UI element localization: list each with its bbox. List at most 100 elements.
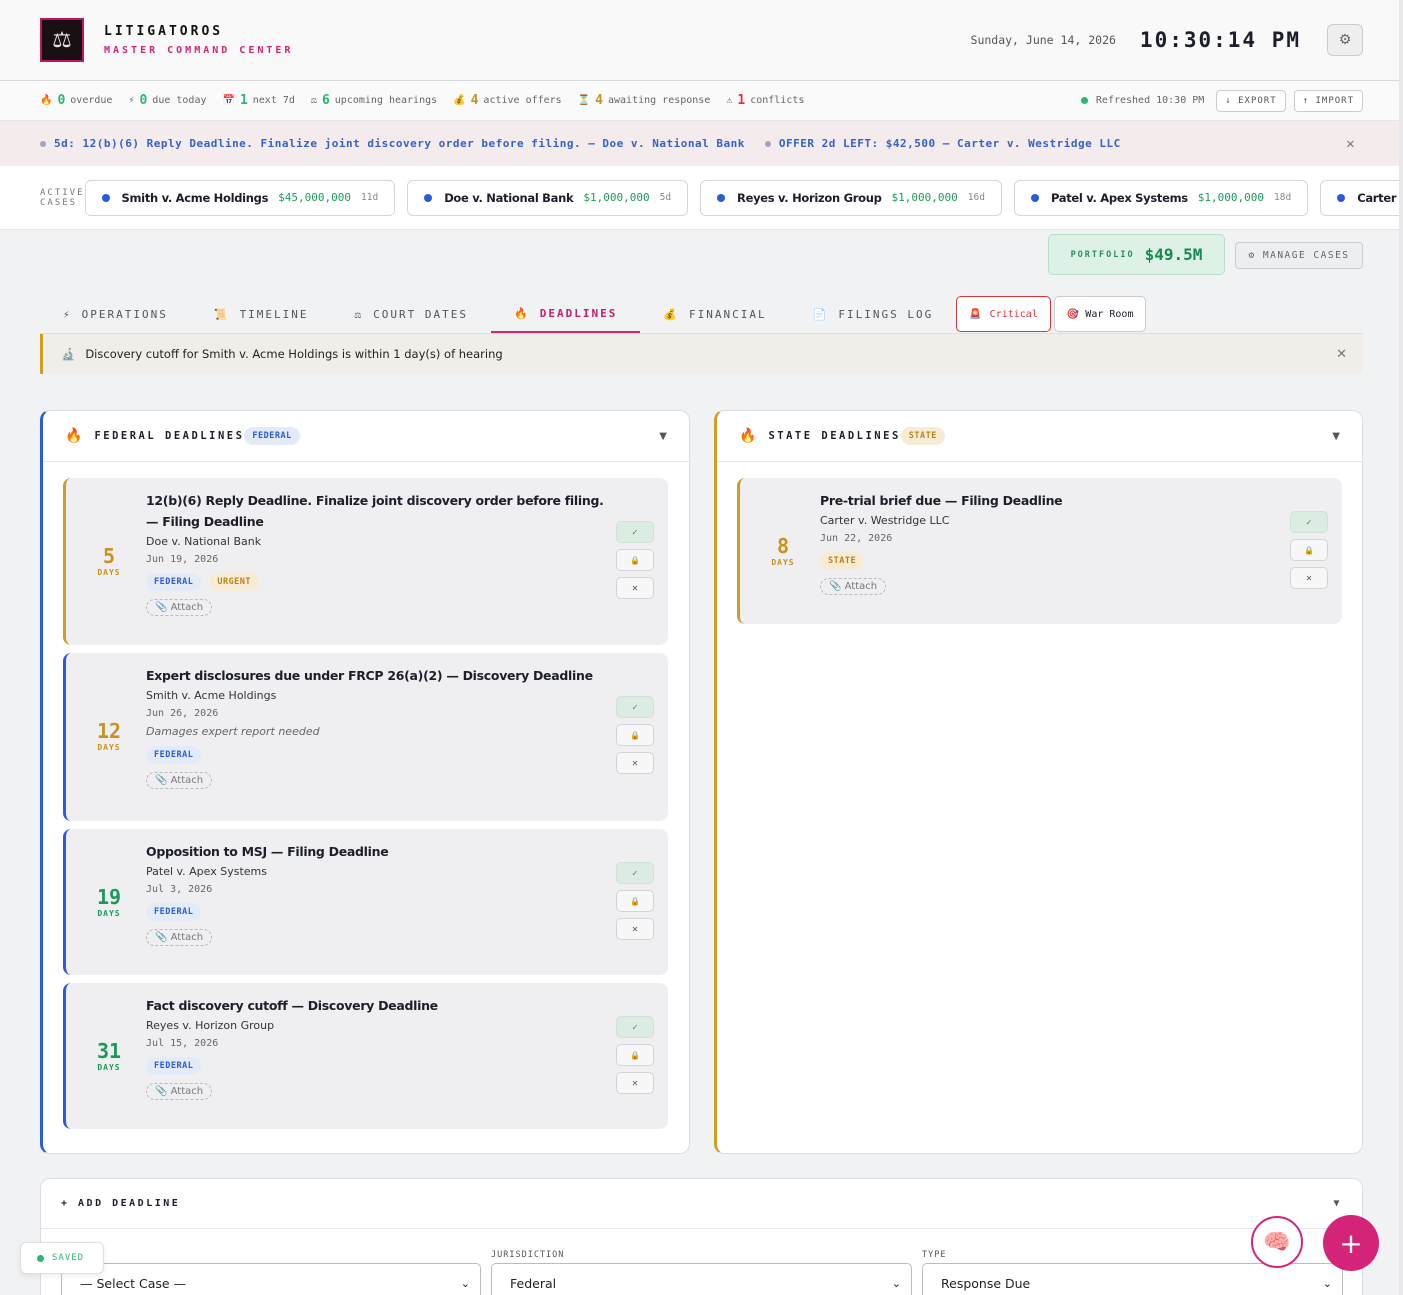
- deadline-case: Carter v. Westridge LLC: [820, 514, 950, 527]
- jurisdiction-badge: STATE: [900, 427, 945, 445]
- deadline-note: Damages expert report needed: [146, 725, 320, 738]
- mark-done-button[interactable]: ✓: [616, 862, 654, 884]
- mark-done-button[interactable]: ✓: [616, 696, 654, 718]
- stat-active-offers[interactable]: 💰 4 active offers: [453, 93, 562, 108]
- close-icon[interactable]: ✕: [1336, 347, 1347, 362]
- jurisdiction-badge: FEDERAL: [244, 427, 300, 445]
- clock: 10:30:14 PM: [1139, 28, 1301, 52]
- case-days: 5d: [659, 192, 672, 203]
- jurisdiction-badge: FEDERAL: [146, 746, 202, 764]
- days-unit: DAYS: [97, 568, 121, 577]
- scales-of-justice-icon: ⚖: [40, 18, 84, 62]
- delete-button[interactable]: ✕: [616, 1072, 654, 1094]
- case-chip[interactable]: Carter v. W: [1320, 179, 1403, 216]
- lightning-icon: ⚡: [128, 95, 135, 106]
- panel-header[interactable]: 🔥 STATE DEADLINES STATE ▼: [717, 411, 1362, 462]
- portfolio-label: PORTFOLIO: [1070, 249, 1135, 260]
- manage-cases-button[interactable]: ⚙ MANAGE CASES: [1235, 242, 1363, 269]
- ticker-item[interactable]: OFFER 2d LEFT: $42,500 — Carter v. Westr…: [779, 137, 1121, 150]
- attach-button[interactable]: 📎 Attach: [146, 772, 213, 789]
- delete-button[interactable]: ✕: [616, 918, 654, 940]
- case-name: Doe v. National Bank: [444, 190, 574, 205]
- tab-financial[interactable]: 💰 FINANCIAL: [640, 295, 789, 333]
- stat-due-today[interactable]: ⚡ 0 due today: [128, 93, 206, 108]
- attach-button[interactable]: 📎 Attach: [820, 578, 887, 595]
- stat-upcoming-hearings[interactable]: ⚖ 6 upcoming hearings: [311, 93, 437, 108]
- bullet-icon: [764, 140, 771, 147]
- urgent-badge: URGENT: [209, 573, 260, 591]
- case-chip[interactable]: Patel v. Apex Systems $1,000,000 18d: [1013, 179, 1309, 216]
- portfolio-value: $49.5M: [1144, 245, 1203, 264]
- lock-button[interactable]: 🔒: [616, 549, 654, 571]
- tab-court-dates[interactable]: ⚖ COURT DATES: [332, 295, 491, 333]
- export-button[interactable]: ↓ EXPORT: [1216, 89, 1286, 112]
- stat-awaiting-response[interactable]: ⏳ 4 awaiting response: [578, 93, 711, 108]
- case-select[interactable]: — Select Case — ⌄: [61, 1263, 481, 1295]
- status-dot-icon: [37, 1254, 44, 1262]
- tab-filings-log[interactable]: 📄 FILINGS LOG: [790, 295, 957, 333]
- conflict-alert: 🔬 Discovery cutoff for Smith v. Acme Hol…: [40, 334, 1363, 374]
- deadline-title: Opposition to MSJ — Filing Deadline: [146, 844, 389, 859]
- critical-button[interactable]: 🚨 Critical: [956, 296, 1051, 332]
- deadline-title: 12(b)(6) Reply Deadline. Finalize joint …: [146, 493, 604, 529]
- lock-button[interactable]: 🔒: [616, 1044, 654, 1066]
- tab-deadlines[interactable]: 🔥 DEADLINES: [491, 295, 641, 333]
- jurisdiction-badge: FEDERAL: [146, 1057, 202, 1075]
- settings-button[interactable]: ⚙: [1327, 24, 1363, 56]
- attach-button[interactable]: 📎 Attach: [146, 929, 213, 946]
- type-label: TYPE: [922, 1250, 947, 1260]
- attach-button[interactable]: 📎 Attach: [146, 1083, 213, 1100]
- mark-done-button[interactable]: ✓: [616, 1016, 654, 1038]
- add-fab-button[interactable]: +: [1323, 1215, 1379, 1271]
- ticker-item[interactable]: 5d: 12(b)(6) Reply Deadline. Finalize jo…: [54, 137, 745, 150]
- tab-operations[interactable]: ⚡ OPERATIONS: [40, 295, 191, 333]
- stat-conflicts[interactable]: ⚠ 1 conflicts: [726, 93, 804, 108]
- war-room-button[interactable]: 🎯 War Room: [1053, 296, 1147, 332]
- status-dot-icon: [1080, 97, 1088, 104]
- attach-button[interactable]: 📎 Attach: [146, 599, 213, 616]
- hourglass-icon: ⏳: [577, 95, 591, 106]
- calendar-icon: 📅: [222, 95, 235, 106]
- active-cases-bar: ACTIVE CASES Smith v. Acme Holdings $45,0…: [0, 166, 1403, 230]
- add-deadline-header[interactable]: + ADD DEADLINE ▼: [41, 1179, 1362, 1229]
- stat-label: awaiting response: [607, 95, 711, 106]
- lock-button[interactable]: 🔒: [616, 724, 654, 746]
- stat-next-7d[interactable]: 📅 1 next 7d: [222, 93, 294, 108]
- stats-bar: 🔥 0 overdue ⚡ 0 due today 📅 1 next 7d ⚖ 6 upcomi…: [0, 81, 1403, 121]
- delete-button[interactable]: ✕: [616, 577, 654, 599]
- stat-overdue[interactable]: 🔥 0 overdue: [40, 93, 112, 108]
- import-button[interactable]: ↑ IMPORT: [1293, 89, 1363, 112]
- deadline-title: Pre-trial brief due — Filing Deadline: [820, 493, 1063, 508]
- stat-count: 1: [239, 93, 248, 108]
- mark-done-button[interactable]: ✓: [1290, 511, 1328, 533]
- panel-header[interactable]: 🔥 FEDERAL DEADLINES FEDERAL ▼: [43, 411, 689, 462]
- case-name: Carter v. W: [1357, 190, 1403, 205]
- stat-label: conflicts: [750, 95, 805, 106]
- scrollbar[interactable]: [1399, 0, 1403, 1295]
- add-deadline-panel: + ADD DEADLINE ▼ — Select Case — ⌄ JURIS…: [40, 1178, 1363, 1295]
- case-chip[interactable]: Reyes v. Horizon Group $1,000,000 16d: [700, 179, 1002, 216]
- deadline-card: 19 DAYS Opposition to MSJ — Filing Deadl…: [63, 829, 668, 975]
- case-status-dot-icon: [101, 193, 110, 202]
- deadline-case: Doe v. National Bank: [146, 535, 262, 548]
- fire-icon: 🔥: [739, 428, 757, 444]
- tab-label: FILINGS LOG: [838, 307, 934, 321]
- delete-button[interactable]: ✕: [1290, 567, 1328, 589]
- case-chip[interactable]: Doe v. National Bank $1,000,000 5d: [407, 179, 689, 216]
- close-icon[interactable]: ✕: [1346, 136, 1355, 152]
- tab-label: OPERATIONS: [81, 307, 168, 321]
- tab-timeline[interactable]: 📜 TIMELINE: [191, 295, 332, 333]
- chevron-down-icon[interactable]: ▼: [659, 431, 667, 442]
- stat-count: 1: [737, 93, 746, 108]
- ai-assistant-button[interactable]: 🧠: [1251, 1216, 1303, 1268]
- delete-button[interactable]: ✕: [616, 752, 654, 774]
- case-chip[interactable]: Smith v. Acme Holdings $45,000,000 11d: [84, 179, 396, 216]
- chevron-down-icon[interactable]: ▼: [1333, 1198, 1342, 1209]
- stat-count: 0: [57, 93, 66, 108]
- chevron-down-icon[interactable]: ▼: [1332, 431, 1340, 442]
- lock-button[interactable]: 🔒: [1290, 539, 1328, 561]
- mark-done-button[interactable]: ✓: [616, 521, 654, 543]
- stat-count: 0: [139, 93, 148, 108]
- lock-button[interactable]: 🔒: [616, 890, 654, 912]
- jurisdiction-select[interactable]: Federal ⌄: [491, 1263, 912, 1295]
